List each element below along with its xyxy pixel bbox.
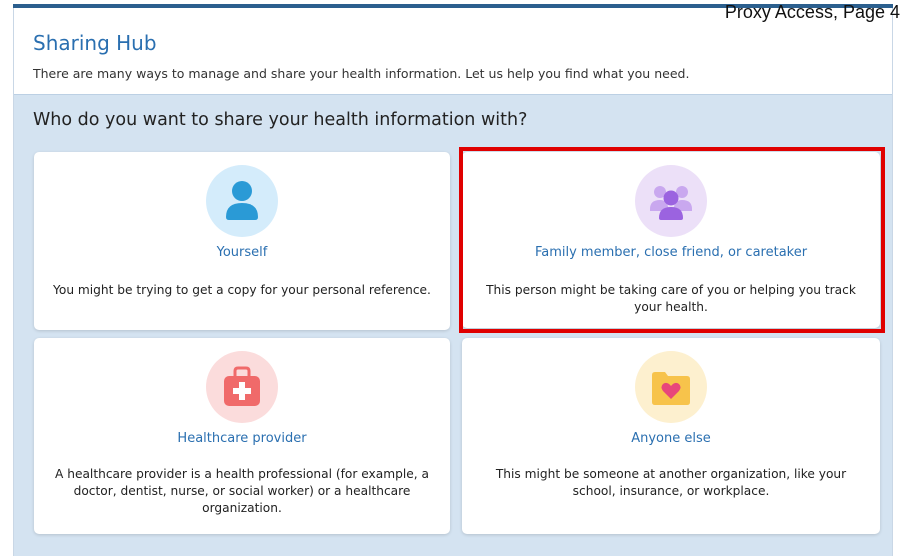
heart-folder-icon xyxy=(635,351,707,423)
option-card-healthcare-provider[interactable]: Healthcare provider A healthcare provide… xyxy=(34,338,450,534)
page-tag: Proxy Access, Page 4 xyxy=(724,2,900,22)
page-title: Sharing Hub xyxy=(33,31,157,55)
option-card-yourself[interactable]: Yourself You might be trying to get a co… xyxy=(34,152,450,330)
option-description: You might be trying to get a copy for yo… xyxy=(53,283,431,297)
page-subtitle: There are many ways to manage and share … xyxy=(33,66,690,81)
option-title: Anyone else xyxy=(631,431,711,446)
sharing-hub-panel: Sharing Hub There are many ways to manag… xyxy=(13,8,893,556)
option-card-anyone-else[interactable]: Anyone else This might be someone at ano… xyxy=(462,338,880,534)
question-heading: Who do you want to share your health inf… xyxy=(33,110,528,130)
option-title: Family member, close friend, or caretake… xyxy=(534,245,808,260)
option-description: A healthcare provider is a health profes… xyxy=(55,467,429,515)
option-description: This person might be taking care of you … xyxy=(486,283,856,314)
person-icon xyxy=(206,165,278,237)
option-description: This might be someone at another organiz… xyxy=(495,467,847,498)
option-title: Yourself xyxy=(216,245,268,260)
option-card-family[interactable]: Family member, close friend, or caretake… xyxy=(462,152,880,328)
medical-bag-icon xyxy=(206,351,278,423)
group-icon xyxy=(635,165,707,237)
option-title: Healthcare provider xyxy=(177,431,307,446)
